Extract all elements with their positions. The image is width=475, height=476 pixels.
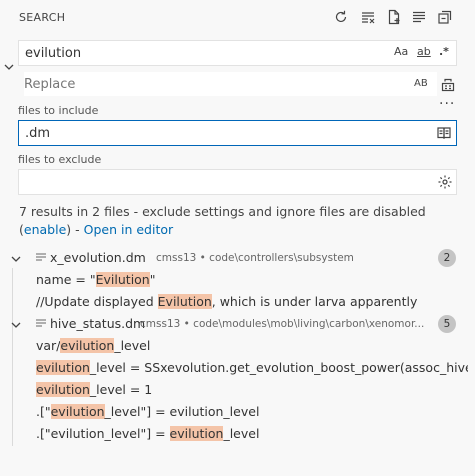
match-after: _level = SSxevolution.get_evolution_boos…	[89, 360, 468, 375]
tree-indent-guide	[12, 268, 13, 446]
toggle-replace-chevron-icon[interactable]	[3, 61, 15, 71]
match-count-badge: 5	[438, 315, 456, 333]
search-only-open-editors-icon[interactable]	[436, 125, 452, 141]
files-to-include-input[interactable]	[25, 121, 385, 145]
match-highlight: evilution	[36, 382, 90, 397]
preserve-case-toggle[interactable]: AB	[414, 78, 428, 89]
match-highlight: evilution	[169, 426, 224, 441]
use-regex-toggle[interactable]: .*	[439, 45, 449, 58]
files-to-exclude-input[interactable]	[25, 170, 385, 194]
file-icon	[36, 252, 46, 263]
clear-results-icon[interactable]	[360, 9, 376, 25]
match-after: , which is under larva apparently	[211, 294, 418, 309]
result-file-row[interactable]: hive_status.dm cmss13 • code\modules\mob…	[0, 313, 475, 335]
files-to-exclude-label: files to exclude	[18, 153, 102, 166]
result-file-name: hive_status.dm	[50, 316, 146, 331]
match-highlight: evilution	[36, 360, 90, 375]
files-to-include-field[interactable]	[18, 120, 457, 146]
match-line[interactable]: var/evilution_level	[36, 335, 468, 357]
match-after: _level	[114, 338, 151, 353]
result-file-name: x_evolution.dm	[50, 250, 146, 265]
match-line[interactable]: .["evilution_level"] = evilution_level	[36, 401, 468, 423]
summary-separator: -	[71, 222, 84, 237]
match-whole-word-toggle[interactable]: ab	[417, 45, 431, 58]
use-exclude-settings-gear-icon[interactable]	[437, 174, 453, 190]
match-before: name = "	[36, 272, 96, 287]
toggle-search-details-icon[interactable]: ···	[439, 96, 455, 112]
match-before: //Update displayed	[36, 294, 158, 309]
match-highlight: evilution	[60, 338, 115, 353]
match-after: _level	[223, 426, 260, 441]
files-to-include-label: files to include	[18, 104, 99, 117]
match-after: _level = 1	[89, 382, 153, 397]
result-file-row[interactable]: x_evolution.dm cmss13 • code\controllers…	[0, 247, 475, 269]
match-line[interactable]: name = "Evilution"	[36, 269, 155, 291]
collapse-all-icon[interactable]	[437, 9, 453, 25]
replace-input[interactable]	[24, 72, 437, 96]
view-title: SEARCH	[19, 11, 66, 24]
match-after: _level"] = evilution_level	[104, 404, 260, 419]
match-before: .["evilution_level"] =	[36, 426, 170, 441]
match-highlight: Evilution	[157, 294, 212, 309]
results-summary: 7 results in 2 files - exclude settings …	[19, 203, 426, 239]
new-search-editor-icon[interactable]	[386, 9, 402, 25]
match-line[interactable]: evilution_level = 1	[36, 379, 468, 401]
match-case-toggle[interactable]: Aa	[394, 45, 408, 58]
results-summary-text: 7 results in 2 files - exclude settings …	[19, 204, 426, 219]
open-in-editor-link[interactable]: Open in editor	[84, 222, 174, 237]
match-line[interactable]: evilution_level = SSxevolution.get_evolu…	[36, 357, 468, 379]
refresh-icon[interactable]	[333, 9, 349, 25]
match-before: var/	[36, 338, 61, 353]
match-highlight: evilution	[50, 404, 105, 419]
file-icon	[36, 318, 46, 329]
replace-field[interactable]: AB	[18, 72, 457, 98]
match-highlight: Evilution	[95, 272, 150, 287]
search-field[interactable]: Aa ab .*	[18, 40, 457, 66]
chevron-down-icon[interactable]	[10, 253, 22, 263]
view-as-tree-icon[interactable]	[411, 9, 427, 25]
enable-link[interactable]: enable	[24, 222, 66, 237]
result-file-path: cmss13 • code\controllers\subsystem	[156, 252, 354, 264]
files-to-exclude-field[interactable]	[18, 169, 457, 195]
replace-all-icon[interactable]	[440, 77, 456, 93]
search-input[interactable]	[25, 41, 385, 65]
result-file-path: cmss13 • code\modules\mob\living\carbon\…	[140, 318, 425, 330]
match-count-badge: 2	[438, 249, 456, 267]
match-before: .["	[36, 404, 51, 419]
match-after: "	[149, 272, 156, 287]
search-view-header: SEARCH	[0, 0, 475, 34]
match-line[interactable]: //Update displayed Evilution, which is u…	[36, 291, 417, 313]
match-line[interactable]: .["evilution_level"] = evilution_level	[36, 423, 468, 445]
chevron-down-icon[interactable]	[10, 319, 22, 329]
